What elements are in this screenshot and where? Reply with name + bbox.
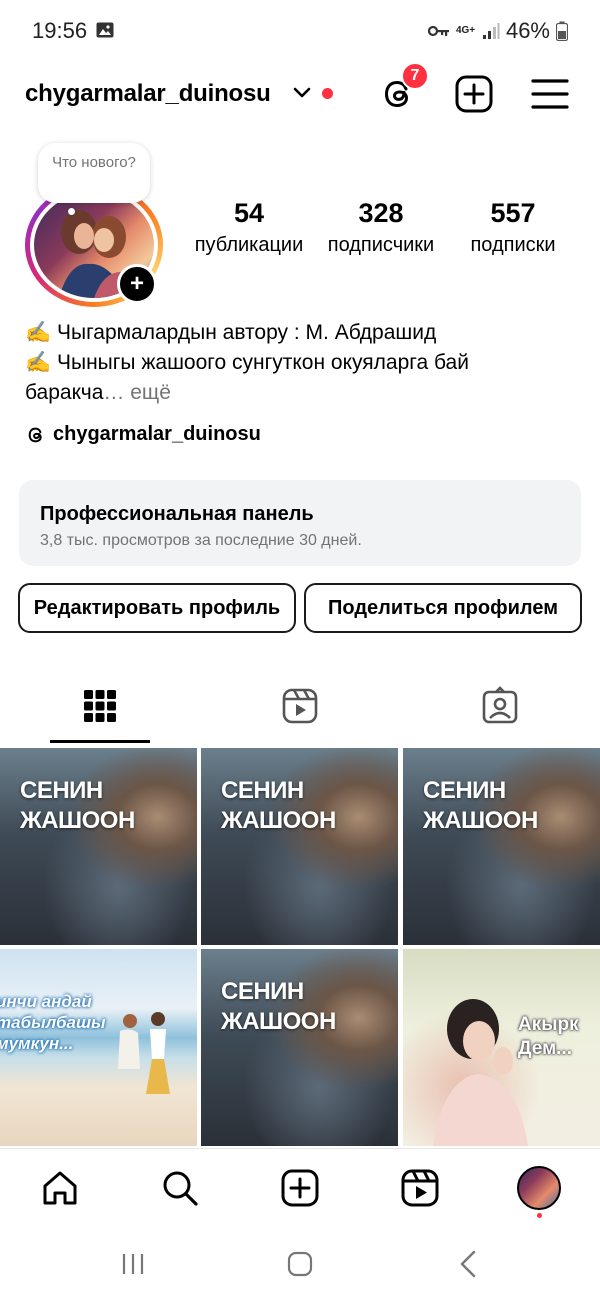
active-tab-indicator	[50, 740, 150, 743]
vpn-key-icon	[427, 25, 449, 37]
tagged-icon[interactable]	[480, 686, 520, 726]
note-bubble[interactable]: Что нового?	[38, 143, 150, 203]
bio-line: баракча… ещё	[25, 378, 585, 408]
profile-nav-dot	[537, 1213, 542, 1218]
post-caption-line: табылбашы	[0, 1013, 106, 1032]
menu-icon[interactable]	[530, 74, 570, 114]
bio-more-link[interactable]: … ещё	[103, 381, 170, 404]
post-caption-line: СЕНИН	[221, 777, 304, 804]
threads-profile-link[interactable]: chygarmalar_duinosu	[25, 423, 261, 446]
chevron-down-icon[interactable]	[292, 86, 312, 100]
stat-followers-count: 328	[358, 198, 404, 228]
stat-posts-count: 54	[233, 198, 265, 228]
status-indicators: 4G+ 46%	[427, 18, 568, 44]
post-caption-overlay: Акырк Дем...	[518, 1013, 579, 1061]
post-caption-line: СЕНИН	[221, 978, 304, 1005]
new-post-icon[interactable]	[280, 1168, 320, 1208]
post-caption-line: СЕНИН	[20, 777, 103, 804]
home-system-icon[interactable]	[283, 1248, 317, 1280]
back-icon[interactable]	[452, 1248, 486, 1280]
post-caption-overlay: инчи андай табылбашы мумкун...	[0, 991, 106, 1054]
post-thumbnail[interactable]: инчи андай табылбашы мумкун...	[0, 949, 197, 1146]
post-caption-line: ЖАШООН	[221, 1008, 336, 1035]
add-story-button[interactable]: +	[117, 264, 157, 304]
status-time: 19:56	[32, 18, 88, 43]
profile-username[interactable]: chygarmalar_duinosu	[25, 80, 271, 108]
create-post-icon[interactable]	[454, 74, 494, 114]
post-caption-overlay: СЕНИН ЖАШООН	[423, 776, 538, 836]
post-thumbnail[interactable]: СЕНИН ЖАШООН	[403, 748, 600, 945]
stat-following[interactable]: 557 подписки	[458, 198, 568, 257]
home-icon[interactable]	[40, 1168, 80, 1208]
post-thumbnail[interactable]: СЕНИН ЖАШООН	[0, 748, 197, 945]
profile-nav-avatar[interactable]	[517, 1166, 561, 1210]
post-caption-line: инчи андай	[0, 992, 92, 1011]
post-caption-line: Акырк	[518, 1014, 579, 1035]
post-caption-overlay: СЕНИН ЖАШООН	[20, 776, 135, 836]
profile-bio: ✍️ Чыгармалардын автору : М. Абдрашид ✍️…	[25, 318, 585, 408]
threads-small-icon	[28, 427, 42, 442]
threads-count-badge: 7	[401, 62, 429, 90]
battery-icon	[556, 21, 568, 41]
stat-followers-label: подписчики	[327, 234, 435, 256]
post-caption-line: ЖАШООН	[423, 807, 538, 834]
stat-followers[interactable]: 328 подписчики	[316, 198, 446, 257]
bio-line-text: баракча	[25, 381, 104, 404]
share-profile-button[interactable]: Поделиться профилем	[304, 583, 582, 633]
grid-icon[interactable]	[80, 686, 120, 726]
pro-dashboard-title: Профессиональная панель	[40, 503, 314, 525]
bio-line: ✍️ Чыныгы жашоого сунгуткон окуяларга ба…	[25, 351, 469, 374]
couple-illustration	[118, 1012, 170, 1094]
post-caption-overlay: СЕНИН ЖАШООН	[221, 977, 336, 1037]
post-thumbnail[interactable]: СЕНИН ЖАШООН	[201, 748, 398, 945]
stat-following-count: 557	[490, 198, 536, 228]
post-thumbnail[interactable]: СЕНИН ЖАШООН	[201, 949, 398, 1146]
stat-following-label: подписки	[470, 234, 556, 256]
gallery-notification-icon	[96, 22, 114, 38]
recent-apps-icon[interactable]	[116, 1248, 150, 1280]
bio-line: ✍️ Чыгармалардын автору : М. Абдрашид	[25, 321, 437, 344]
search-icon[interactable]	[160, 1168, 200, 1208]
reels-icon[interactable]	[280, 686, 320, 726]
post-caption-line: ЖАШООН	[20, 807, 135, 834]
bottom-nav-divider	[0, 1148, 600, 1149]
threads-handle: chygarmalar_duinosu	[53, 423, 261, 445]
stat-posts[interactable]: 54 публикации	[185, 198, 313, 257]
notification-dot	[322, 88, 333, 99]
battery-percent: 46%	[505, 18, 550, 43]
reels-nav-icon[interactable]	[400, 1168, 440, 1208]
post-caption-line: СЕНИН	[423, 777, 506, 804]
note-bubble-tail	[68, 208, 75, 215]
post-caption-line: ЖАШООН	[221, 807, 336, 834]
post-thumbnail[interactable]: Акырк Дем...	[403, 949, 600, 1146]
network-type: 4G+	[455, 25, 476, 36]
post-caption-line: Дем...	[518, 1038, 572, 1059]
pro-dashboard-subtitle: 3,8 тыс. просмотров за последние 30 дней…	[40, 532, 362, 549]
post-caption-line: мумкун...	[0, 1034, 74, 1053]
praying-woman-illustration	[433, 999, 528, 1146]
post-caption-overlay: СЕНИН ЖАШООН	[221, 776, 336, 836]
edit-profile-button[interactable]: Редактировать профиль	[18, 583, 296, 633]
signal-icon	[482, 23, 500, 39]
stat-posts-label: публикации	[194, 234, 304, 256]
